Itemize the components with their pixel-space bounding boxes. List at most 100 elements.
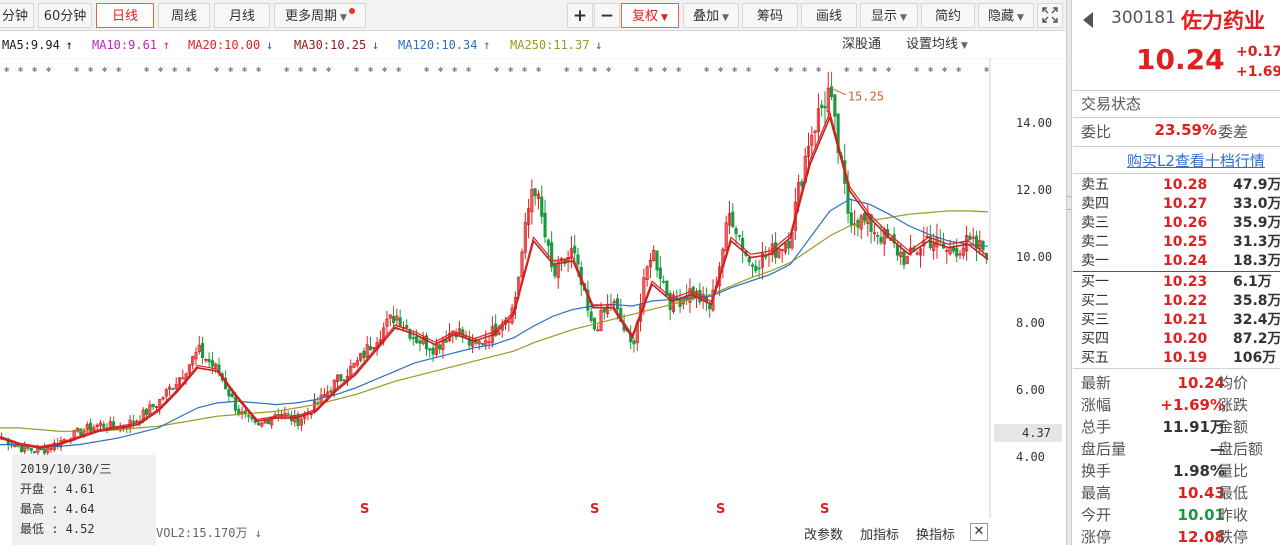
bid-row[interactable]: 买二 10.22 35.8万	[1073, 292, 1280, 311]
order-label: 卖二	[1081, 234, 1109, 250]
bid-row[interactable]: 买三 10.21 32.4万	[1073, 311, 1280, 330]
event-marker-icon: ✱	[606, 65, 612, 75]
ma-legend-item: MA10:9.61	[92, 38, 158, 52]
tab-monthly[interactable]: 月线	[214, 3, 270, 28]
stat-value: 12.08	[1177, 528, 1225, 545]
ma-legend-item: MA30:10.25	[294, 38, 367, 52]
adjust-rights-label: 复权	[632, 9, 659, 24]
candle-body	[480, 342, 485, 345]
stat-row: 涨幅 +1.69% 涨跌	[1073, 394, 1280, 416]
s-marker-icon[interactable]: S	[590, 502, 599, 517]
candle-body	[444, 339, 448, 343]
event-marker-icon: ✱	[242, 65, 248, 75]
candle-body	[171, 388, 175, 391]
candle-body	[955, 247, 959, 257]
order-label: 买五	[1081, 350, 1109, 366]
event-marker-icon: ✱	[18, 65, 24, 75]
candle-body	[862, 212, 867, 221]
display-button[interactable]: 显示 ▼	[860, 3, 918, 28]
add-indicator-button[interactable]: 加指标	[860, 524, 899, 543]
zoom-in-button[interactable]: +	[567, 3, 593, 28]
tab-daily[interactable]: 日线	[96, 3, 154, 28]
candle-body	[800, 181, 804, 187]
adjust-rights-button[interactable]: 复权 ▼	[621, 3, 679, 28]
s-marker-icon[interactable]: S	[820, 502, 829, 517]
stat-label: 换手	[1081, 462, 1112, 480]
bid-row[interactable]: 买一 10.23 6.1万	[1073, 273, 1280, 292]
stat-row: 今开 10.01 昨收	[1073, 504, 1280, 526]
candle-body	[731, 211, 735, 228]
candle-body	[411, 337, 415, 340]
tab-more-periods[interactable]: 更多周期 ▼	[274, 3, 366, 28]
ma-settings-button[interactable]: 设置均线 ▼	[906, 32, 968, 58]
l2-purchase-link[interactable]: 购买L2查看十档行情	[1127, 150, 1265, 171]
y-tick-label: 6.00	[1016, 383, 1045, 398]
s-marker-icon[interactable]: S	[716, 502, 725, 517]
ask-row[interactable]: 卖一 10.24 18.3万	[1073, 252, 1280, 271]
candlestick-chart[interactable]: ✱ ✱ ✱ ✱ ✱ ✱ ✱ ✱ ✱ ✱ ✱ ✱ ✱ ✱ ✱ ✱ ✱ ✱ ✱ ✱ ✱ ✱ ✱ ✱ ✱ ✱ ✱ ✱ ✱ ✱ ✱ ✱ ✱ ✱ ✱ ✱ ✱ ✱ ✱ ✱…	[0, 58, 1066, 518]
ask-row[interactable]: 卖四 10.27 33.0万	[1073, 195, 1280, 214]
panel-divider[interactable]	[1066, 0, 1072, 545]
trade-status: 交易状态	[1073, 93, 1280, 115]
bid-row[interactable]: 买五 10.19 106万	[1073, 349, 1280, 368]
candle-body	[233, 396, 238, 411]
edit-params-button[interactable]: 改参数	[804, 524, 843, 543]
event-marker-icon: ✱	[228, 65, 234, 75]
event-marker-icon: ✱	[88, 65, 94, 75]
deep-connect-link[interactable]: 深股通	[842, 32, 881, 58]
event-marker-icon: ✱	[662, 65, 668, 75]
event-marker-icon: ✱	[816, 65, 822, 75]
candle-body	[368, 346, 373, 351]
s-marker-icon[interactable]: S	[360, 502, 369, 517]
candle-info-box: 2019/10/30/三 开盘 : 4.61 最高 : 4.64 最低 : 4.…	[12, 455, 156, 545]
event-marker-icon: ✱	[32, 65, 38, 75]
ask-row[interactable]: 卖三 10.26 35.9万	[1073, 214, 1280, 233]
stat-row: 换手 1.98% 量比	[1073, 460, 1280, 482]
simple-mode-button[interactable]: 简约	[921, 3, 975, 28]
change-indicator-button[interactable]: 换指标	[916, 524, 955, 543]
ask-row[interactable]: 卖五 10.28 47.9万	[1073, 176, 1280, 195]
event-marker-icon: ✱	[368, 65, 374, 75]
candle-body	[145, 408, 149, 416]
chips-button[interactable]: 筹码	[742, 3, 798, 28]
fullscreen-icon	[1042, 7, 1058, 23]
event-marker-icon: ✱	[578, 65, 584, 75]
stat-value: 1.98%	[1172, 462, 1225, 480]
event-marker-icon: ✱	[4, 65, 10, 75]
candle-body	[286, 413, 290, 416]
candle-body	[438, 344, 442, 350]
fullscreen-button[interactable]	[1037, 3, 1063, 28]
tab-weekly[interactable]: 周线	[158, 3, 210, 28]
order-label: 卖三	[1081, 215, 1109, 231]
draw-line-button[interactable]: 画线	[801, 3, 857, 28]
order-volume: 47.9万	[1233, 177, 1280, 193]
hide-button[interactable]: 隐藏 ▼	[978, 3, 1034, 28]
candle-body	[576, 254, 580, 265]
candle-body	[830, 86, 834, 98]
peak-pointer	[831, 88, 847, 96]
trade-status-label: 交易状态	[1081, 95, 1142, 113]
stat-label: 最高	[1081, 484, 1112, 502]
divider	[1073, 271, 1280, 272]
quote-panel: 300181 佐力药业 10.24 +0.17 +1.69 交易状态 委比 23…	[1073, 0, 1280, 545]
zoom-out-button[interactable]: −	[594, 3, 620, 28]
candle-body	[461, 329, 465, 338]
close-icon[interactable]: ✕	[970, 523, 988, 541]
event-marker-icon: ✱	[116, 65, 122, 75]
order-price: 10.28	[1163, 177, 1208, 193]
tab-minute[interactable]: 分钟	[0, 3, 34, 28]
event-marker-icon: ✱	[508, 65, 514, 75]
order-volume: 35.9万	[1233, 215, 1280, 231]
chevron-down-icon: ▼	[722, 13, 729, 23]
candle-body	[207, 358, 211, 363]
overlay-button[interactable]: 叠加 ▼	[683, 3, 739, 28]
tab-60min[interactable]: 60分钟	[38, 3, 92, 28]
order-price: 10.23	[1163, 274, 1208, 290]
candle-body	[747, 257, 751, 263]
candle-body	[428, 348, 432, 351]
collapse-triangle-icon[interactable]	[1083, 12, 1093, 28]
bid-row[interactable]: 买四 10.20 87.2万	[1073, 330, 1280, 349]
arrow-down-icon: ↓	[595, 38, 603, 52]
candle-body	[876, 234, 880, 237]
ask-row[interactable]: 卖二 10.25 31.3万	[1073, 233, 1280, 252]
